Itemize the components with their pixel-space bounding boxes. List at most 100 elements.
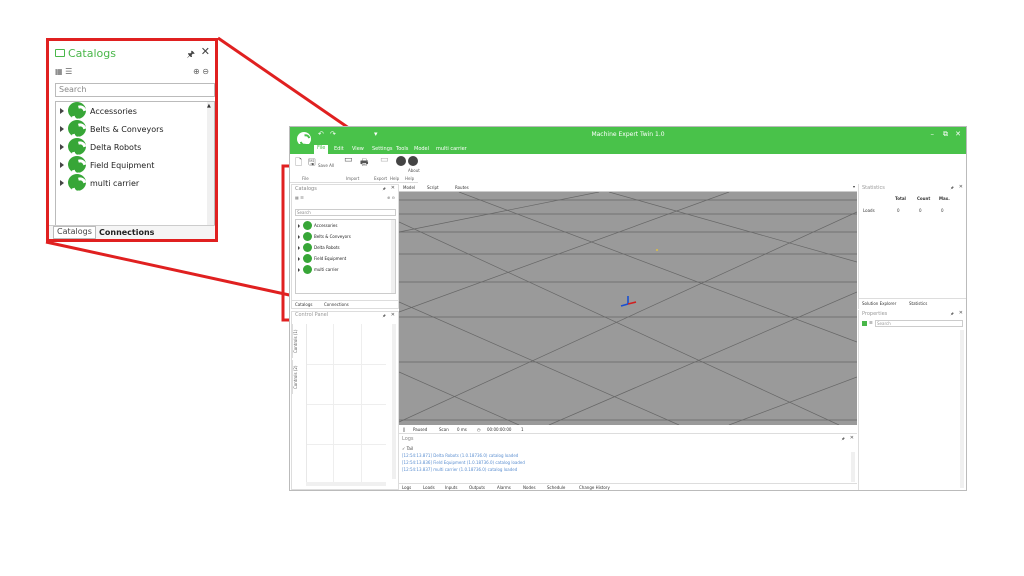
tab-nodes[interactable]: Nodes [523,485,536,490]
close-icon[interactable]: ✕ [955,130,961,138]
zoom-out-icon[interactable]: ⊖ [202,67,209,76]
grid-line [548,291,857,425]
tab-solution-explorer[interactable]: Solution Explorer [862,301,896,306]
close-icon[interactable]: ✕ [391,312,395,318]
tab-statistics[interactable]: Statistics [909,301,927,306]
expand-arrow-icon[interactable] [298,257,300,261]
tab-catalogs[interactable]: Catalogs [53,226,96,239]
tab-change-history[interactable]: Change History [579,485,610,490]
grid-view-icon[interactable]: ▦ [295,195,299,200]
properties-search-input[interactable]: Search [875,320,963,327]
list-view-icon[interactable]: ☰ [65,67,72,76]
menu-tools[interactable]: Tools [396,146,408,152]
list-view-icon[interactable]: ☰ [300,195,304,200]
help-icon[interactable] [396,156,406,166]
catalogs-search-input[interactable]: Search [295,209,396,216]
pause-icon[interactable]: ‖ [403,427,405,432]
tab-inputs[interactable]: Inputs [445,485,457,490]
tab-logs[interactable]: Logs [402,485,411,490]
tail-toggle[interactable]: ✓ Tail [402,446,413,451]
print-icon[interactable]: 🖶 [360,155,369,171]
sort-icon[interactable]: ☰ [869,320,873,325]
tab-script[interactable]: Script [427,185,439,190]
list-item[interactable]: multi carrier [296,264,395,275]
expand-arrow-icon[interactable] [60,144,64,150]
stat-count: 0 [919,208,922,213]
tab-alarms[interactable]: Alarms [497,485,511,490]
expand-arrow-icon[interactable] [60,108,64,114]
tab-routes[interactable]: Routes [455,185,469,190]
3d-viewport[interactable]: Model Script Routes ▾ [399,184,857,425]
list-item[interactable]: Delta Robots [56,138,214,156]
export-icon[interactable]: ▭ [380,155,389,165]
menu-model[interactable]: Model [414,146,429,152]
menu-file[interactable]: File [314,145,329,154]
list-item[interactable]: Delta Robots [296,242,395,253]
pin-icon[interactable]: 🖈 [950,185,954,192]
pin-icon[interactable]: 🖈 [950,311,954,318]
properties-scrollbar[interactable] [960,330,964,488]
tab-loads[interactable]: Loads [423,485,435,490]
new-file-icon[interactable]: 🗋 [295,155,302,171]
catalogs-zoom-callout: Catalogs 🖈 ✕ ▦ ☰ ⊕ ⊖ Search Accessories … [46,38,218,242]
log-line: [12:54:13.871] Delta Robots (1.0.18736.0… [402,453,519,458]
close-icon[interactable]: ✕ [391,185,395,191]
scroll-up-icon[interactable]: ▲ [207,103,211,109]
tab-controls-2[interactable]: Controls (2) [292,360,302,394]
expand-arrow-icon[interactable] [60,180,64,186]
viewport-dropdown-icon[interactable]: ▾ [853,184,855,189]
control-panel-scrollbar[interactable] [392,324,396,479]
menu-edit[interactable]: Edit [334,146,344,152]
close-icon[interactable]: ✕ [201,45,210,58]
expand-arrow-icon[interactable] [298,246,300,250]
menu-view[interactable]: View [352,146,364,152]
about-label[interactable]: About [408,168,420,173]
expand-arrow-icon[interactable] [60,162,64,168]
expand-arrow-icon[interactable] [298,224,300,228]
list-item[interactable]: Field Equipment [296,253,395,264]
tab-connections[interactable]: Connections [99,228,154,237]
zoom-out-icon[interactable]: ⊖ [392,195,395,200]
list-item[interactable]: Accessories [56,102,214,120]
save-icon[interactable]: 🖫 [308,155,316,171]
grid-view-icon[interactable]: ▦ [55,67,63,76]
menu-multi-carrier[interactable]: multi carrier [436,146,467,152]
expand-arrow-icon[interactable] [298,268,300,272]
categorized-view-icon[interactable] [862,321,867,326]
maximize-icon[interactable]: ⧉ [943,130,948,139]
list-item[interactable]: multi carrier [56,174,214,192]
list-item[interactable]: Belts & Conveyors [56,120,214,138]
logs-scrollbar[interactable] [851,452,855,482]
control-panel-hscrollbar[interactable] [306,482,386,486]
list-item[interactable]: Belts & Conveyors [296,231,395,242]
expand-arrow-icon[interactable] [298,235,300,239]
catalog-list-scrollbar[interactable] [391,220,395,293]
pin-icon[interactable]: 🖈 [382,313,386,320]
close-icon[interactable]: ✕ [959,184,963,190]
tab-model[interactable]: Model [403,185,415,190]
menu-settings[interactable]: Settings [372,146,393,152]
pin-icon[interactable]: 🖈 [187,47,195,63]
list-item[interactable]: Accessories [296,220,395,231]
tab-controls-1[interactable]: Controls (1) [292,324,302,358]
expand-arrow-icon[interactable] [60,126,64,132]
tab-outputs[interactable]: Outputs [469,485,485,490]
close-icon[interactable]: ✕ [850,435,854,441]
tab-schedule[interactable]: Schedule [547,485,565,490]
pin-icon[interactable]: 🖈 [382,186,386,193]
import-icon[interactable]: ▭ [344,155,353,165]
tab-connections[interactable]: Connections [324,302,349,307]
save-all-label[interactable]: Save All [318,163,334,168]
pin-icon[interactable]: 🖈 [841,436,845,443]
minimize-icon[interactable]: – [931,130,935,138]
info-icon[interactable] [408,156,418,166]
list-item[interactable]: Field Equipment [56,156,214,174]
zoom-search-input[interactable]: Search [55,83,215,97]
close-icon[interactable]: ✕ [959,310,963,316]
origin-axis-gizmo[interactable] [620,296,637,307]
tab-catalogs[interactable]: Catalogs [295,302,312,307]
zoom-in-icon[interactable]: ⊕ [387,195,390,200]
zoom-list-scrollbar[interactable]: ▲▼ [207,102,214,239]
scene-floor-grid[interactable] [399,192,857,425]
zoom-in-icon[interactable]: ⊕ [193,67,200,76]
